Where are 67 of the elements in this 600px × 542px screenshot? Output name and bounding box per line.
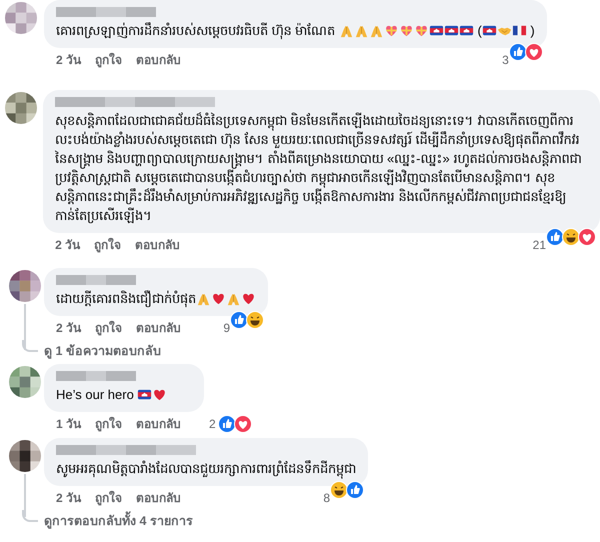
like-reaction-icon [346,480,364,498]
comment-text: សូមអរគុណមិត្តបារាំងដែលបានជួយរក្សាការពារព្រំដែនទឹកដីកម្ពុជា [56,459,356,478]
flag-icon [482,23,497,38]
reaction-count[interactable]: 8 [323,490,330,504]
blurred-avatar[interactable] [4,92,37,124]
thread-line [24,304,26,350]
reply-link[interactable]: ตอบกลับ [136,414,182,433]
like-reaction-icon [546,228,564,246]
reply-link[interactable]: ตอบกลับ [136,318,182,337]
like-reaction-icon [508,42,527,60]
laughing-face-icon [562,228,580,246]
comment-text: ដោយក្តីគោរពនិងជឿជាក់បំផុត [56,289,256,308]
comment-time[interactable]: 2 วัน [55,235,80,254]
like-link[interactable]: ถูกใจ [95,50,122,69]
blurred-name[interactable] [56,6,156,18]
love-reaction-icon [524,42,543,60]
blurred-name[interactable] [55,96,216,108]
reaction-count[interactable]: 21 [532,238,546,252]
heart-ribbon-icon [398,23,414,38]
reply-link[interactable]: ตอบกลับ [136,50,182,69]
reaction-count[interactable]: 9 [223,320,230,334]
comment-text: សុខសន្តិភាពដែលជាជោគជ័យដ៏ធំនៃប្រទេសកម្ពុជា មិនមែនកើតឡើងដោយចៃដន្យនោះទេ។ វាបានកើតចេញពីការលះបង់យ៉ាងខ្លាំងរបស់សម្តេចតេជោ ហ៊ុន សែន មួយរយៈពេលជាច្រើនទសវត្សរ៍ ដើម្បីដឹកនាំប្រទេសឱ្យផុតពីភាពវឹកវរ នៃសង្គ្រាម និងបញ្ហាព្យាបាលក្រោយសង្គ្រាម។ តាំងពីគម្រោងនយោបាយ «ឈ្នះ-ឈ្នះ» រហូតដល់ការចងសន្តិភាពជាប្រវត្តិសាស្ត្រជាតិ សម្តេចតេជោបានបង្កើតជំហរច្បាស់ថា កម្ពុជាអាចកើនឡើងវិញបានតែបើមានសន្តិភាព។ សុខសន្តិភាពនេះជាគ្រឹះដ៏រឹងមាំសម្រាប់ការអភិវឌ្ឍសេដ្ឋកិច្ច បង្កើតឱកាសការងារ និងលើកកម្ពស់ជីវភាពប្រជាជនខ្មែរឱ្យកាន់តែប្រសើរឡើង។ [55,111,582,225]
thread-connector [22,340,38,352]
comment-time[interactable]: 2 วัน [56,488,82,507]
comment-text: គោរពស្រឡាញ់ការដឹកនាំរបស់សម្តេចបវរធិបតី ហ៊ុន ម៉ាណែត ( ) [56,21,535,40]
reply-link[interactable]: ตอบกลับ [135,235,180,254]
heart-ribbon-icon [384,23,399,38]
blurred-name[interactable] [56,274,136,286]
praying-hands-icon [354,23,369,38]
heart-icon [211,291,226,306]
like-link[interactable]: ถูกใจ [95,414,122,433]
laughing-face-icon [330,480,348,498]
love-reaction-icon [578,228,596,246]
heart-icon [241,291,256,306]
like-reaction-icon [230,310,248,328]
laughing-face-icon [246,310,264,328]
comment-time[interactable]: 1 วัน [56,414,82,433]
view-replies-link[interactable]: ดูการตอบกลับทั้ง 4 รายการ [44,511,193,531]
flag-icon [137,387,152,402]
like-link[interactable]: ถูกใจ [94,235,122,254]
praying-hands-icon [196,291,211,306]
heart-icon [152,387,168,402]
praying-hands-icon [226,291,241,306]
flag-icon [444,23,459,38]
flag-icon [428,23,444,38]
like-link[interactable]: ถูกใจ [95,318,122,337]
love-reaction-icon [234,414,252,432]
blurred-name[interactable] [56,370,136,382]
view-replies-link[interactable]: ดู 1 ข้อความตอบกลับ [44,341,161,361]
blurred-name[interactable] [56,444,196,456]
flag-icon [512,23,527,38]
reaction-count[interactable]: 2 [209,416,216,430]
heart-ribbon-icon [414,23,429,38]
like-reaction-icon [218,414,236,432]
reply-link[interactable]: ตอบกลับ [136,488,182,507]
comment-time[interactable]: 2 วัน [56,50,82,69]
blurred-avatar[interactable] [9,440,41,472]
blurred-avatar[interactable] [9,270,41,302]
praying-hands-icon [338,23,354,38]
reaction-count[interactable]: 3 [502,52,509,66]
like-link[interactable]: ถูกใจ [95,488,122,507]
thread-connector [22,510,38,522]
comment-time[interactable]: 2 วัน [56,318,82,337]
praying-hands-icon [368,23,384,38]
thread-line [24,474,26,517]
comment-text: He’s our hero [56,385,192,404]
flag-icon [458,23,474,38]
